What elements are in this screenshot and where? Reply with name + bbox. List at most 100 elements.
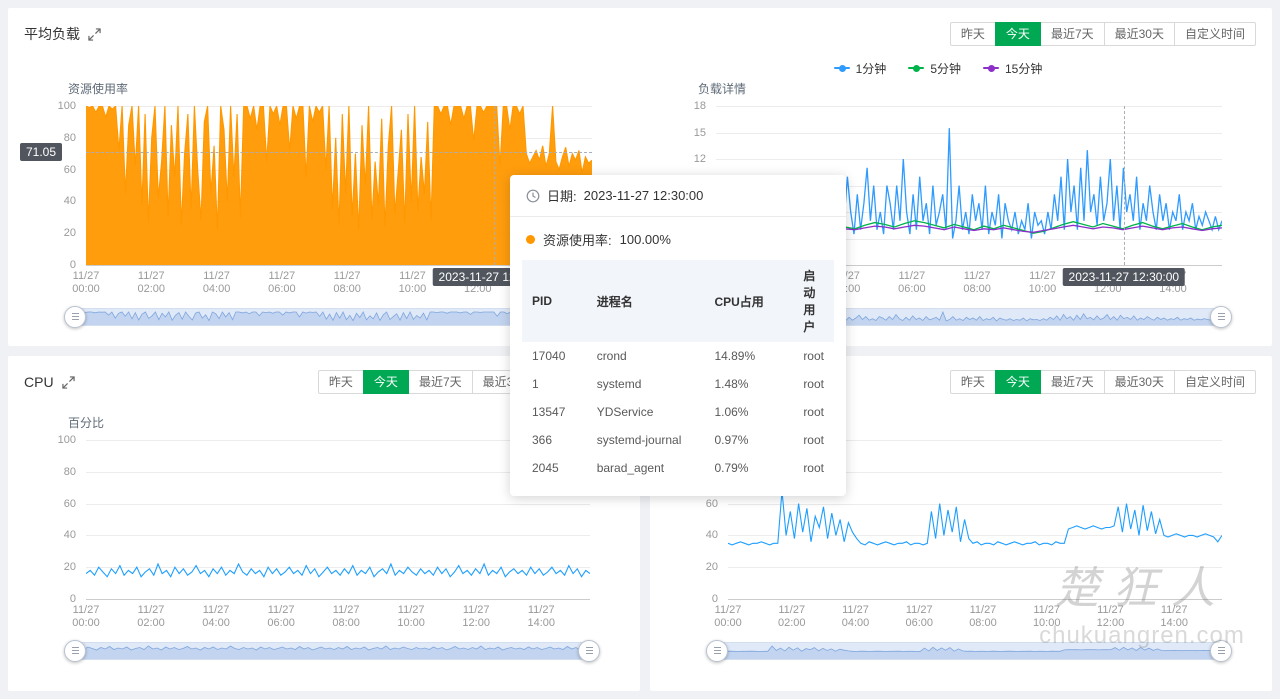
clock-icon (526, 189, 540, 203)
y-tick-label: 60 (64, 164, 76, 176)
time-range-today[interactable]: 今天 (995, 22, 1041, 46)
data-zoom-slider[interactable] (74, 642, 590, 660)
data-zoom-slider[interactable] (716, 642, 1222, 660)
tooltip-date-value: 2023-11-27 12:30:00 (584, 188, 704, 203)
legend-item-15min[interactable]: 15分钟 (983, 60, 1042, 77)
legend-marker (908, 67, 924, 69)
x-tick-label: 11/2708:00 (332, 604, 360, 630)
time-range-today[interactable]: 今天 (363, 370, 409, 394)
x-tick-label: 11/2702:00 (137, 604, 165, 630)
time-range-custom[interactable]: 自定义时间 (1174, 370, 1256, 394)
process-cell: 17040 (522, 342, 587, 370)
process-cell: crond (587, 342, 705, 370)
process-cell: YDService (587, 398, 705, 426)
legend-item-1min[interactable]: 1分钟 (834, 60, 887, 77)
chart-legend: 1分钟 5分钟 15分钟 (654, 58, 1222, 78)
y-tick-label: 12 (694, 153, 706, 165)
monitoring-dashboard: 平均负载 昨天 今天 最近7天 最近30天 自定义时间 资源使用率 (0, 0, 1280, 699)
tooltip-usage-row: 资源使用率: 100.00% (510, 217, 846, 260)
process-row: 13547YDService1.06%root (522, 398, 834, 426)
x-tick-label: 11/2712:00 (1097, 604, 1125, 630)
time-range-7days[interactable]: 最近7天 (1040, 370, 1105, 394)
y-tick-label: 20 (706, 561, 718, 573)
x-tick-label: 11/2702:00 (778, 604, 806, 630)
time-range-yesterday[interactable]: 昨天 (318, 370, 364, 394)
process-col-header: CPU占用 (704, 260, 793, 342)
slider-handle-left[interactable] (64, 640, 86, 662)
tooltip-header: 日期: 2023-11-27 12:30:00 (510, 175, 846, 217)
time-range-custom[interactable]: 自定义时间 (1174, 22, 1256, 46)
y-tick-label: 100 (58, 434, 76, 446)
crosshair-horizontal (86, 152, 592, 153)
time-range-30days[interactable]: 最近30天 (1104, 370, 1175, 394)
time-range-yesterday[interactable]: 昨天 (950, 370, 996, 394)
time-range-7days[interactable]: 最近7天 (408, 370, 473, 394)
slider-handle-right[interactable] (1210, 306, 1232, 328)
process-cell: systemd (587, 370, 705, 398)
x-tick-label: 11/2710:00 (1029, 270, 1057, 296)
process-cell: root (793, 426, 834, 454)
process-cell: 0.79% (704, 454, 793, 482)
process-cell: 1.06% (704, 398, 793, 426)
crosshair-vertical (494, 106, 495, 265)
time-range-group: 昨天 今天 最近7天 最近30天 自定义时间 (950, 22, 1256, 46)
process-cell: barad_agent (587, 454, 705, 482)
x-tick-label: 11/2700:00 (72, 604, 100, 630)
slider-handle-left[interactable] (706, 640, 728, 662)
panel-title: 平均负载 (24, 24, 80, 44)
slider-handle-right[interactable] (1210, 640, 1232, 662)
x-tick-label: 11/2710:00 (399, 270, 427, 296)
fullscreen-icon[interactable] (62, 376, 75, 389)
crosshair-y-badge: 71.05 (20, 143, 62, 161)
y-tick-label: 40 (706, 529, 718, 541)
time-range-today[interactable]: 今天 (995, 370, 1041, 394)
tooltip-usage-label: 资源使用率: (543, 230, 612, 249)
data-zoom-track[interactable] (74, 642, 590, 660)
x-tick-label: 11/2706:00 (898, 270, 926, 296)
process-col-header: 进程名 (587, 260, 705, 342)
process-cell: root (793, 370, 834, 398)
legend-marker (834, 67, 850, 69)
process-cell: root (793, 398, 834, 426)
x-tick-label: 11/2708:00 (963, 270, 991, 296)
tooltip-usage-value: 100.00% (620, 232, 671, 247)
panel-title: CPU (24, 374, 54, 390)
process-table: PID进程名CPU占用启动用户 17040crond14.89%root1sys… (522, 260, 834, 482)
chart-subtitle: 负载详情 (698, 80, 1222, 98)
slider-handle-left[interactable] (64, 306, 86, 328)
data-zoom-preview (75, 643, 589, 659)
x-axis: 11/2700:0011/2702:0011/2704:0011/2706:00… (728, 600, 1222, 630)
x-tick-label: 11/2714:00 (1160, 604, 1188, 630)
x-tick-label: 11/2700:00 (72, 270, 100, 296)
process-col-header: PID (522, 260, 587, 342)
time-range-30days[interactable]: 最近30天 (1104, 22, 1175, 46)
y-tick-label: 20 (64, 561, 76, 573)
x-tick-label: 11/2706:00 (268, 270, 296, 296)
process-cell: 1.48% (704, 370, 793, 398)
process-row: 366systemd-journal0.97%root (522, 426, 834, 454)
x-tick-label: 11/2708:00 (333, 270, 361, 296)
x-tick-label: 11/2706:00 (905, 604, 933, 630)
y-tick-label: 60 (706, 498, 718, 510)
chart-subtitle: 资源使用率 (68, 80, 592, 98)
fullscreen-icon[interactable] (88, 28, 101, 41)
process-table-header: PID进程名CPU占用启动用户 (522, 260, 834, 342)
time-range-yesterday[interactable]: 昨天 (950, 22, 996, 46)
process-cell: 2045 (522, 454, 587, 482)
y-tick-label: 15 (694, 127, 706, 139)
y-tick-label: 100 (58, 100, 76, 112)
legend-marker (983, 67, 999, 69)
time-range-7days[interactable]: 最近7天 (1040, 22, 1105, 46)
legend-placeholder (24, 58, 592, 78)
process-cell: root (793, 342, 834, 370)
legend-item-5min[interactable]: 5分钟 (908, 60, 961, 77)
x-axis: 11/2700:0011/2702:0011/2704:0011/2706:00… (86, 600, 590, 630)
y-tick-label: 18 (694, 100, 706, 112)
slider-handle-right[interactable] (578, 640, 600, 662)
y-tick-label: 40 (64, 529, 76, 541)
data-zoom-track[interactable] (716, 642, 1222, 660)
process-row: 2045barad_agent0.79%root (522, 454, 834, 482)
x-tick-label: 11/2702:00 (138, 270, 166, 296)
x-tick-label: 11/2704:00 (842, 604, 870, 630)
process-cell: 366 (522, 426, 587, 454)
